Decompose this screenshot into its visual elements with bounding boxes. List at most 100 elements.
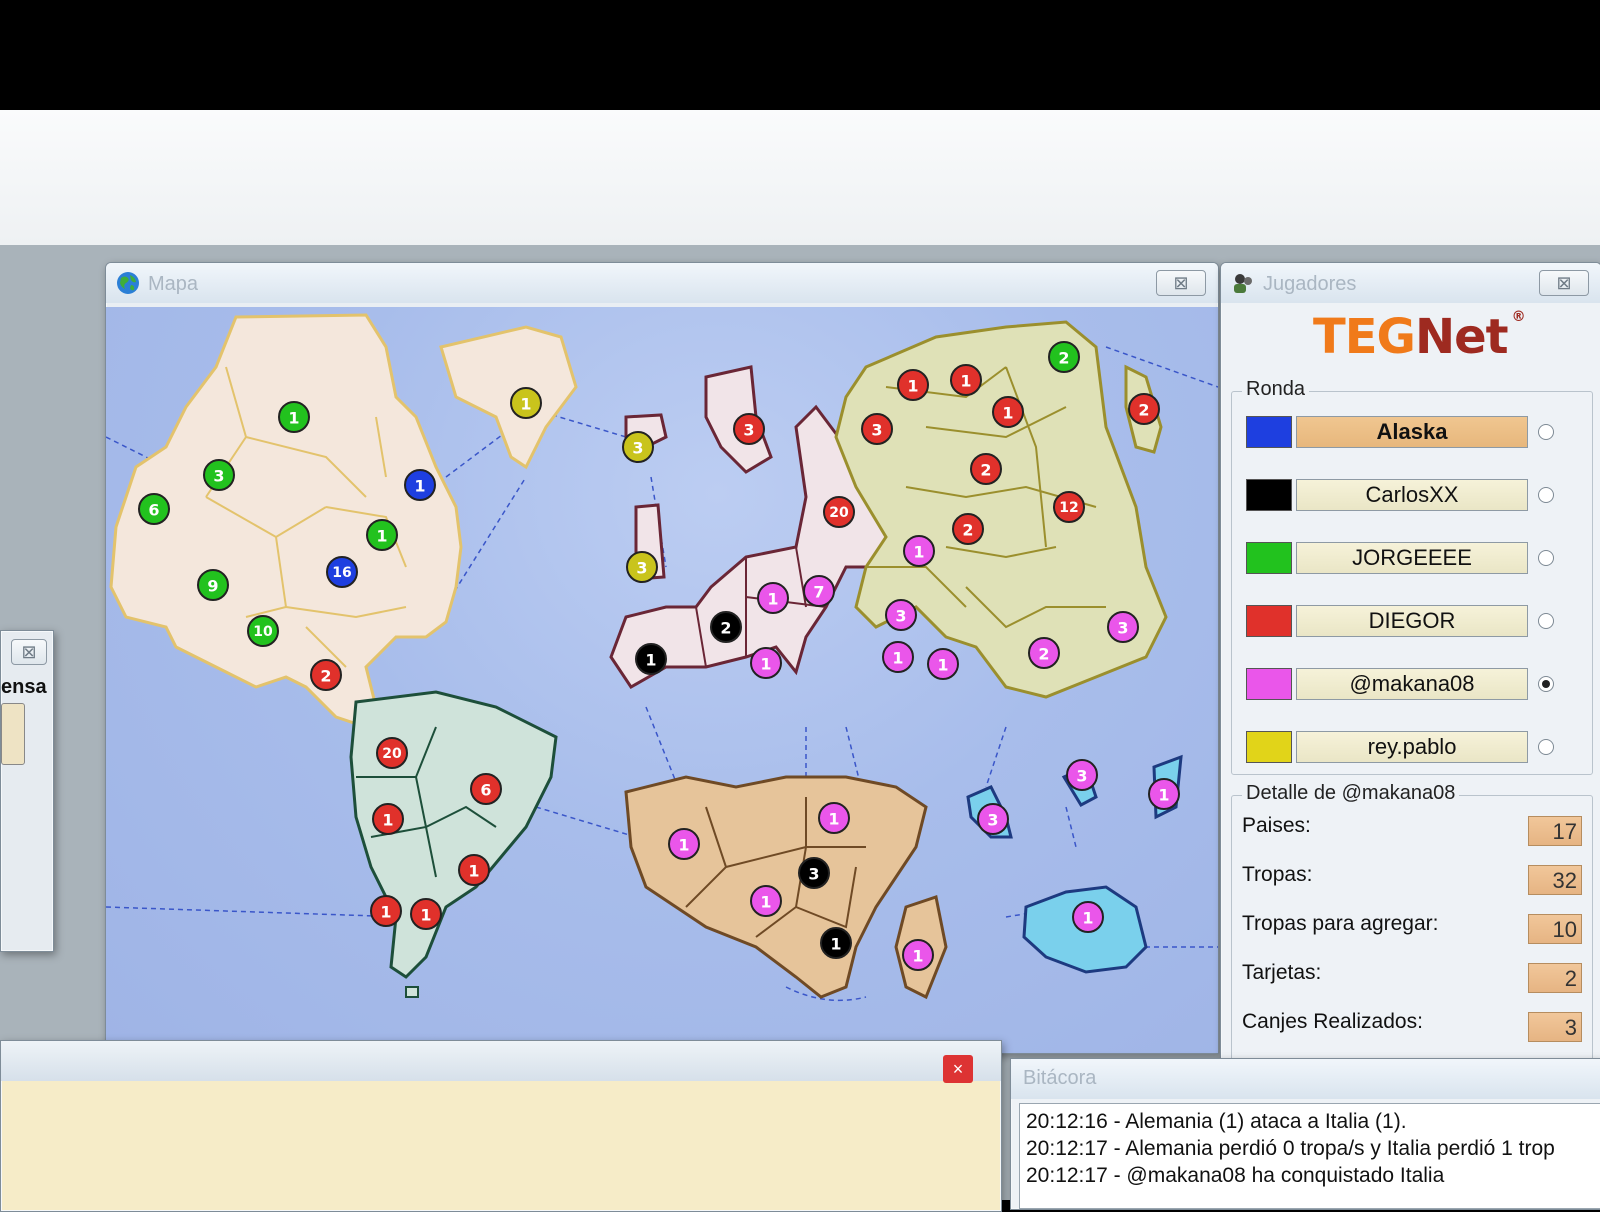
army-badge[interactable]: 1	[668, 828, 700, 860]
army-count: 3	[808, 865, 819, 884]
detail-row: Paises: 17	[1242, 810, 1582, 850]
tegnet-logo: TEGNet ®	[1313, 309, 1526, 365]
player-select-radio[interactable]	[1538, 487, 1554, 503]
army-badge[interactable]: 1	[927, 648, 959, 680]
players-close-button[interactable]: ⊠	[1539, 270, 1589, 296]
army-count: 1	[380, 903, 391, 922]
army-badge[interactable]: 3	[798, 857, 830, 889]
log-window: Bitácora 20:12:16 - Alemania (1) ataca a…	[1010, 1058, 1600, 1210]
army-badge[interactable]: 1	[458, 854, 490, 886]
army-badge[interactable]: 1	[1148, 778, 1180, 810]
army-badge[interactable]: 1	[818, 802, 850, 834]
dice-icon[interactable]	[1, 703, 25, 765]
army-badge[interactable]: 10	[247, 615, 279, 647]
army-badge[interactable]: 16	[326, 556, 358, 588]
player-row[interactable]: DIEGOR	[1246, 603, 1586, 639]
log-line: 20:12:17 - Alemania perdió 0 tropa/s y I…	[1026, 1137, 1555, 1160]
army-count: 2	[720, 619, 731, 638]
log-window-title: Bitácora	[1023, 1067, 1097, 1089]
player-select-radio[interactable]	[1538, 550, 1554, 566]
bottom-left-titlebar[interactable]	[1, 1041, 1001, 1081]
player-row[interactable]: rey.pablo	[1246, 729, 1586, 765]
army-badge[interactable]: 3	[977, 803, 1009, 835]
army-badge[interactable]: 1	[750, 885, 782, 917]
army-badge[interactable]: 2	[310, 659, 342, 691]
continent-north-america	[109, 313, 578, 729]
army-badge[interactable]: 6	[470, 773, 502, 805]
player-select-radio[interactable]	[1538, 424, 1554, 440]
detail-value: 3	[1528, 1012, 1582, 1042]
army-count: 2	[980, 461, 991, 480]
army-badge[interactable]: 1	[1072, 901, 1104, 933]
army-count: 1	[1082, 909, 1093, 928]
army-badge[interactable]: 20	[823, 496, 855, 528]
army-badge[interactable]: 1	[370, 895, 402, 927]
army-badge[interactable]: 7	[803, 575, 835, 607]
army-badge[interactable]: 2	[710, 611, 742, 643]
side-window-label: ensa	[1, 676, 47, 698]
army-badge[interactable]: 1	[510, 387, 542, 419]
army-badge[interactable]: 2	[952, 513, 984, 545]
players-titlebar[interactable]: Jugadores ⊠	[1221, 263, 1600, 303]
army-badge[interactable]: 3	[622, 431, 654, 463]
army-badge[interactable]: 3	[1066, 759, 1098, 791]
army-badge[interactable]: 1	[404, 469, 436, 501]
detail-row: Tropas para agregar: 10	[1242, 908, 1582, 948]
army-badge[interactable]: 1	[902, 939, 934, 971]
army-badge[interactable]: 2	[1128, 393, 1160, 425]
army-count: 1	[830, 935, 841, 954]
army-count: 2	[1138, 401, 1149, 420]
army-badge[interactable]: 1	[903, 535, 935, 567]
army-badge[interactable]: 2	[970, 453, 1002, 485]
army-count: 1	[767, 590, 778, 609]
army-badge[interactable]: 1	[992, 396, 1024, 428]
army-badge[interactable]: 3	[861, 413, 893, 445]
army-badge[interactable]: 12	[1053, 491, 1085, 523]
army-count: 2	[320, 667, 331, 686]
army-badge[interactable]: 6	[138, 493, 170, 525]
army-badge[interactable]: 3	[885, 599, 917, 631]
army-count: 1	[760, 655, 771, 674]
army-badge[interactable]: 3	[203, 459, 235, 491]
army-badge[interactable]: 3	[733, 413, 765, 445]
player-row[interactable]: Alaska	[1246, 414, 1586, 450]
map-titlebar[interactable]: Mapa ⊠	[106, 263, 1218, 303]
player-select-radio[interactable]	[1538, 613, 1554, 629]
army-badge[interactable]: 1	[635, 643, 667, 675]
army-badge[interactable]: 1	[372, 803, 404, 835]
map-close-button[interactable]: ⊠	[1156, 270, 1206, 296]
player-row[interactable]: @makana08	[1246, 666, 1586, 702]
log-titlebar[interactable]: Bitácora	[1011, 1059, 1600, 1099]
army-badge[interactable]: 9	[197, 569, 229, 601]
player-select-radio[interactable]	[1538, 739, 1554, 755]
army-badge[interactable]: 1	[950, 364, 982, 396]
player-row[interactable]: CarlosXX	[1246, 477, 1586, 513]
bottom-close-button[interactable]: ×	[943, 1055, 973, 1083]
side-window: ⊠ ensa	[0, 630, 54, 952]
player-color-swatch	[1246, 668, 1292, 700]
army-count: 1	[376, 527, 387, 546]
player-color-swatch	[1246, 605, 1292, 637]
army-count: 3	[1117, 619, 1128, 638]
player-color-swatch	[1246, 479, 1292, 511]
army-badge[interactable]: 1	[820, 927, 852, 959]
army-badge[interactable]: 1	[897, 369, 929, 401]
player-color-swatch	[1246, 731, 1292, 763]
army-badge[interactable]: 1	[882, 641, 914, 673]
army-badge[interactable]: 2	[1028, 637, 1060, 669]
log-text-box[interactable]: 20:12:16 - Alemania (1) ataca a Italia (…	[1019, 1103, 1600, 1209]
army-badge[interactable]: 1	[757, 582, 789, 614]
army-count: 12	[1059, 500, 1078, 516]
army-badge[interactable]: 1	[278, 401, 310, 433]
army-badge[interactable]: 1	[366, 519, 398, 551]
army-badge[interactable]: 3	[626, 551, 658, 583]
player-row[interactable]: JORGEEEE	[1246, 540, 1586, 576]
army-badge[interactable]: 3	[1107, 611, 1139, 643]
army-badge[interactable]: 2	[1048, 341, 1080, 373]
player-select-radio[interactable]	[1538, 676, 1554, 692]
side-window-close-button[interactable]: ⊠	[11, 639, 47, 665]
army-badge[interactable]: 1	[410, 898, 442, 930]
army-badge[interactable]: 20	[376, 737, 408, 769]
army-count: 1	[288, 409, 299, 428]
army-badge[interactable]: 1	[750, 647, 782, 679]
